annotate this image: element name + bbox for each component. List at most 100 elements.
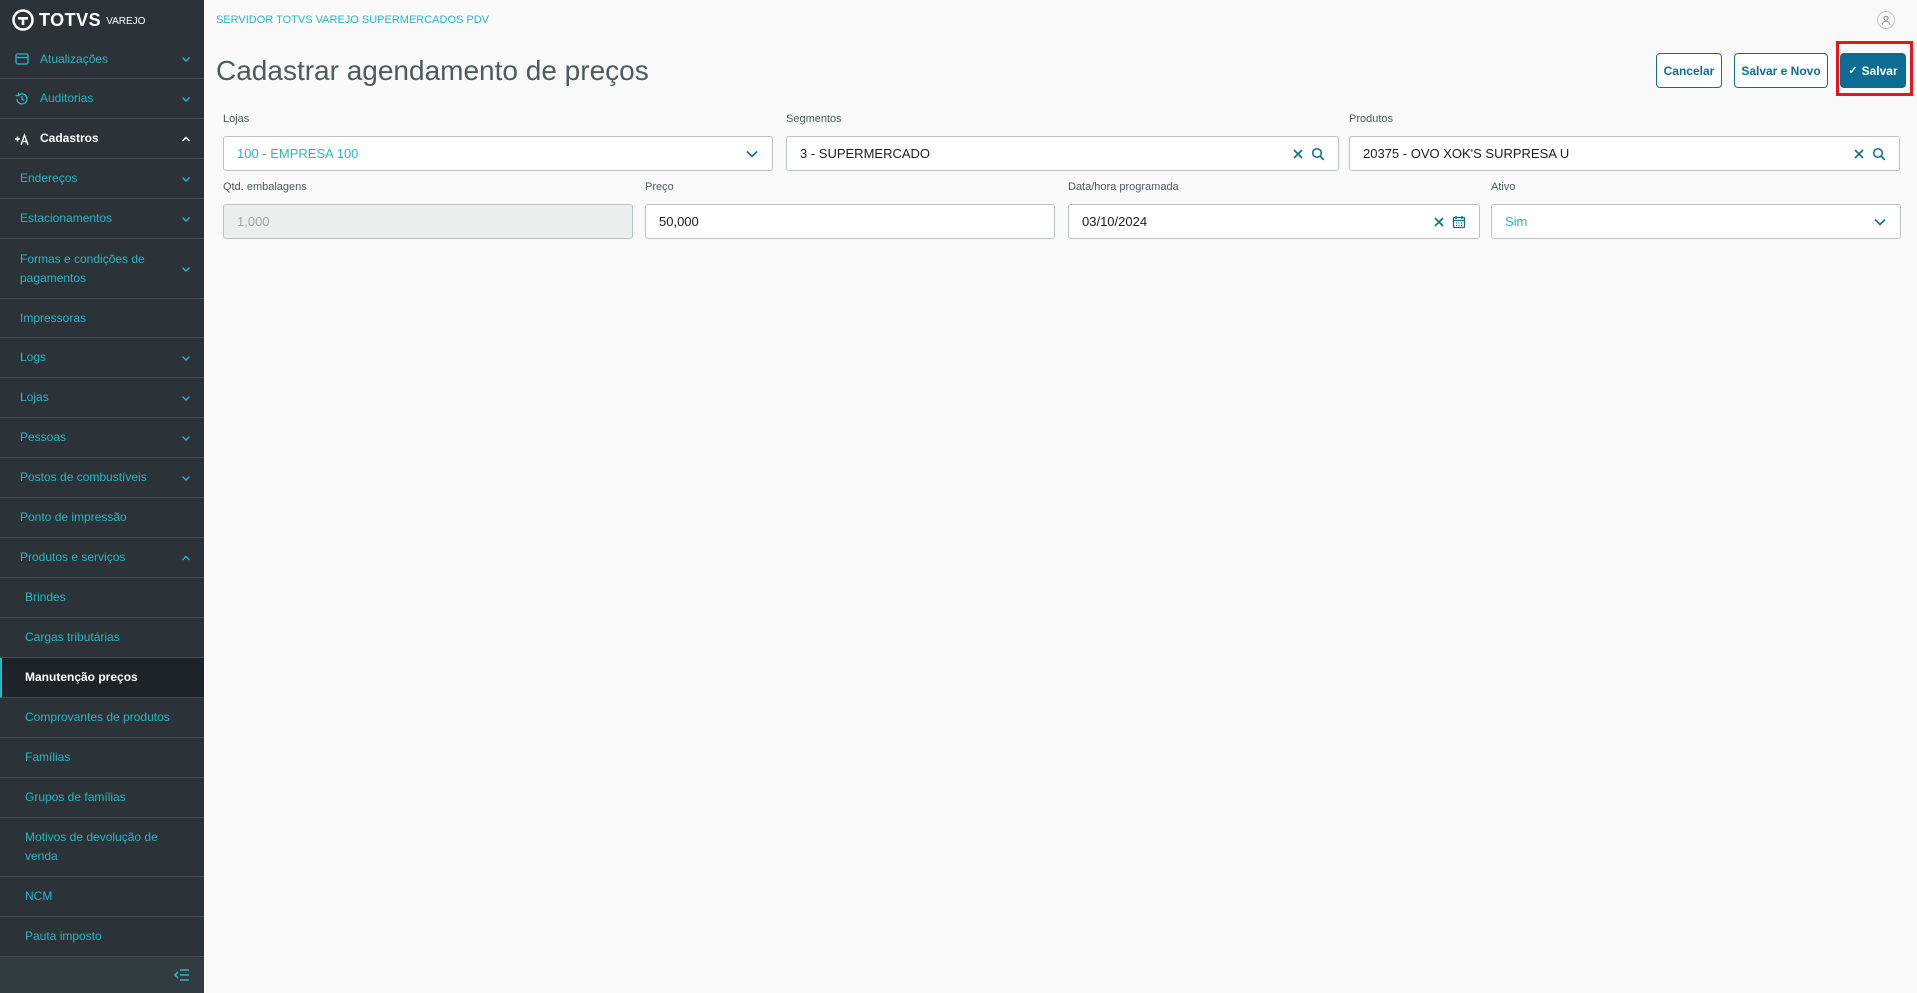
search-icon[interactable]	[1872, 147, 1886, 161]
sidebar-item-formas-e-condicoes-de-pagamentos[interactable]: Formas e condições de pagamentos	[0, 239, 204, 299]
segmentos-value: 3 - SUPERMERCADO	[800, 146, 931, 161]
chevron-down-icon	[182, 395, 190, 401]
sidebar-item-label: Cargas tributárias	[25, 630, 120, 644]
qtd-embalagens-input: 1,000	[223, 204, 633, 239]
data-programada-value: 03/10/2024	[1082, 214, 1148, 229]
sidebar-item-ponto-de-impressao[interactable]: Ponto de impressão	[0, 498, 204, 538]
sidebar-item-estacionamentos[interactable]: Estacionamentos	[0, 199, 204, 239]
produtos-value: 20375 - OVO XOK'S SURPRESA U	[1363, 146, 1570, 161]
sidebar: TOTVS VAREJO Atualizações Auditorias Cadas…	[0, 0, 204, 993]
lojas-label: Lojas	[223, 113, 250, 125]
lojas-select[interactable]: 100 - EMPRESA 100	[223, 136, 773, 171]
sidebar-item-label: Pauta imposto	[25, 929, 102, 943]
segmentos-input[interactable]: 3 - SUPERMERCADO	[786, 136, 1339, 171]
sidebar-item-label: Postos de combustíveis	[20, 470, 147, 484]
sidebar-item-label: Formas e condições de pagamentos	[20, 251, 145, 285]
sidebar-item-label: Famílias	[25, 750, 71, 764]
sidebar-item-comprovantes-de-produtos[interactable]: Comprovantes de produtos	[0, 698, 204, 738]
sidebar-item-label: Estacionamentos	[20, 211, 113, 225]
sidebar-item-label: Ponto de impressão	[20, 510, 127, 524]
chevron-down-icon	[182, 216, 190, 222]
produtos-input[interactable]: 20375 - OVO XOK'S SURPRESA U	[1349, 136, 1900, 171]
chevron-down-icon	[182, 57, 190, 62]
preco-input[interactable]: 50,000	[645, 204, 1055, 239]
chevron-up-icon	[182, 136, 190, 141]
sidebar-item-label: Manutenção preços	[25, 670, 138, 684]
segmentos-label: Segmentos	[786, 113, 842, 125]
search-icon[interactable]	[1311, 147, 1325, 161]
data-programada-label: Data/hora programada	[1068, 181, 1179, 193]
sidebar-item-label: Motivos de devolução de venda	[25, 830, 158, 863]
produtos-label: Produtos	[1349, 113, 1394, 125]
chevron-down-icon	[182, 266, 190, 272]
chevron-down-icon	[746, 150, 758, 158]
sidebar-item-logs[interactable]: Logs	[0, 338, 204, 378]
user-icon[interactable]	[1877, 11, 1895, 29]
chevron-up-icon	[182, 555, 190, 560]
sidebar-item-label: Logs	[20, 350, 47, 364]
cancel-button[interactable]: Cancelar	[1656, 53, 1722, 88]
sidebar-footer	[0, 958, 204, 993]
server-title: SERVIDOR TOTVS VAREJO SUPERMERCADOS PDV	[216, 14, 490, 26]
page-title: Cadastrar agendamento de preços	[216, 55, 649, 86]
update-icon	[14, 51, 30, 67]
brand-logo[interactable]: TOTVS VAREJO	[0, 0, 204, 40]
sidebar-item-label: Produtos e serviços	[20, 550, 126, 564]
sidebar-item-postos-de-combustiveis[interactable]: Postos de combustíveis	[0, 458, 204, 498]
sidebar-item-ncm[interactable]: NCM	[0, 877, 204, 917]
save-and-new-button[interactable]: Salvar e Novo	[1734, 53, 1828, 88]
sidebar-item-pessoas[interactable]: Pessoas	[0, 418, 204, 458]
sidebar-item-label: Endereços	[20, 171, 78, 185]
ativo-label: Ativo	[1491, 181, 1516, 193]
chevron-down-icon	[182, 96, 190, 102]
sidebar-item-label: Impressoras	[20, 310, 87, 325]
sidebar-item-label: Pessoas	[20, 430, 67, 444]
chevron-down-icon	[1874, 218, 1886, 226]
brand-sub: VAREJO	[106, 16, 146, 27]
sidebar-item-familias[interactable]: Famílias	[0, 738, 204, 778]
totvs-logo-icon	[12, 9, 34, 31]
sidebar-item-pauta-imposto[interactable]: Pauta imposto	[0, 917, 204, 957]
chevron-down-icon	[182, 355, 190, 361]
lojas-value: 100 - EMPRESA 100	[237, 146, 359, 161]
sidebar-item-lojas[interactable]: Lojas	[0, 378, 204, 418]
sidebar-item-auditorias[interactable]: Auditorias	[0, 79, 204, 119]
sidebar-item-enderecos[interactable]: Endereços	[0, 159, 204, 199]
chevron-down-icon	[182, 475, 190, 481]
sidebar-item-label: Brindes	[25, 590, 66, 604]
sidebar-menu: Atualizações Auditorias Cadastros Endereços…	[0, 40, 204, 958]
sidebar-item-produtos-e-servicos[interactable]: Produtos e serviços	[0, 538, 204, 578]
qtd-embalagens-value: 1,000	[237, 214, 270, 229]
preco-value: 50,000	[659, 214, 699, 229]
calendar-icon[interactable]	[1452, 215, 1466, 229]
top-bar: SERVIDOR TOTVS VAREJO SUPERMERCADOS PDV	[204, 0, 1917, 42]
clear-icon[interactable]	[1291, 147, 1305, 161]
sidebar-item-cargas-tributarias[interactable]: Cargas tributárias	[0, 618, 204, 658]
sidebar-item-label: NCM	[25, 889, 53, 903]
preco-label: Preço	[645, 181, 674, 193]
sidebar-item-label: Lojas	[20, 390, 49, 404]
save-button-highlight	[1836, 41, 1913, 96]
sidebar-item-grupos-de-familias[interactable]: Grupos de famílias	[0, 778, 204, 818]
collapse-menu-icon[interactable]	[174, 968, 190, 982]
sidebar-item-motivos-de-devolucao-de-venda[interactable]: Motivos de devolução de venda	[0, 818, 204, 877]
qtd-embalagens-label: Qtd. embalagens	[223, 181, 307, 193]
sidebar-item-cadastros[interactable]: Cadastros	[0, 119, 204, 159]
clear-icon[interactable]	[1432, 215, 1446, 229]
chevron-down-icon	[182, 176, 190, 182]
sidebar-item-atualizacoes[interactable]: Atualizações	[0, 40, 204, 79]
ativo-value: Sim	[1505, 214, 1528, 229]
brand-name: TOTVS	[39, 9, 102, 30]
clear-icon[interactable]	[1852, 147, 1866, 161]
data-programada-input[interactable]: 03/10/2024	[1068, 204, 1480, 239]
main-content: SERVIDOR TOTVS VAREJO SUPERMERCADOS PDV …	[204, 0, 1917, 993]
sidebar-item-impressoras[interactable]: Impressoras	[0, 299, 204, 338]
sidebar-item-manutencao-precos[interactable]: Manutenção preços	[0, 658, 204, 698]
ativo-select[interactable]: Sim	[1491, 204, 1901, 239]
sidebar-item-label: Grupos de famílias	[25, 790, 126, 804]
history-icon	[14, 91, 30, 107]
sidebar-item-brindes[interactable]: Brindes	[0, 578, 204, 618]
chevron-down-icon	[182, 435, 190, 441]
add-user-icon	[14, 131, 30, 147]
sidebar-item-label: Comprovantes de produtos	[25, 710, 170, 724]
